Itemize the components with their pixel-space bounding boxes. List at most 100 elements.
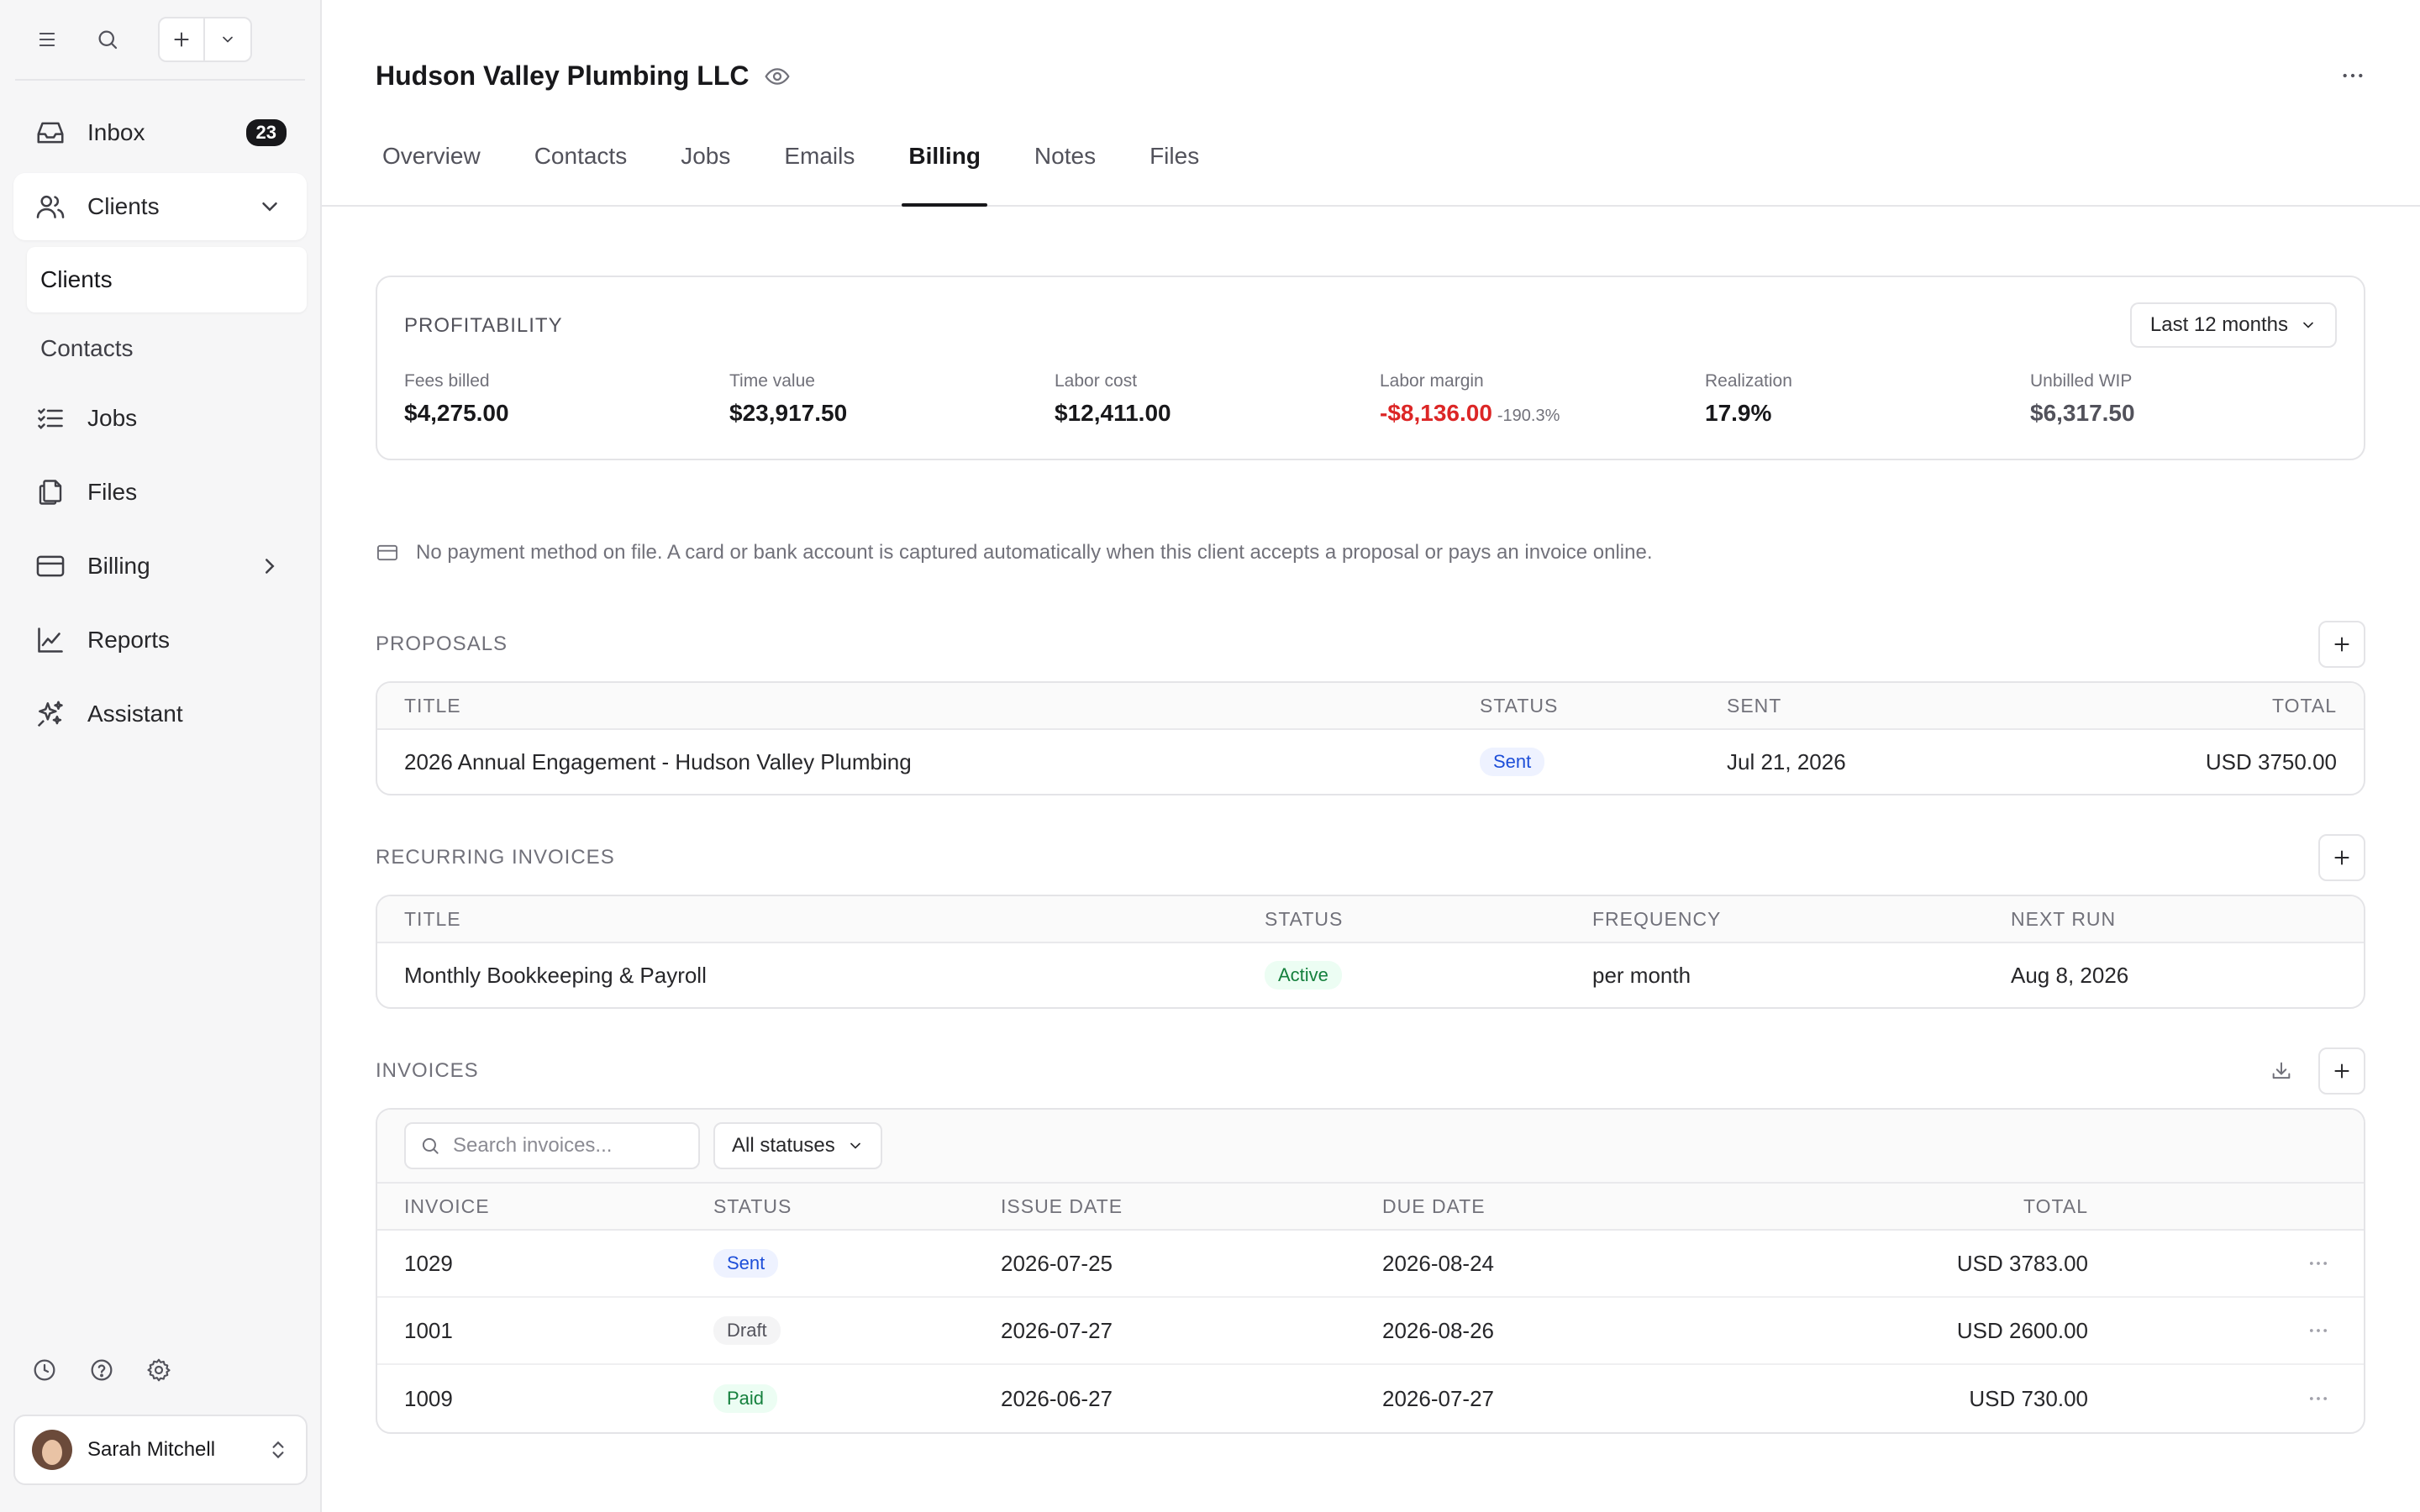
gear-icon[interactable]	[143, 1354, 175, 1386]
status-filter[interactable]: All statuses	[713, 1122, 882, 1169]
sidebar-nav: Inbox 23 Clients Clients Contacts Jobs F…	[0, 81, 320, 748]
tab-billing[interactable]: Billing	[902, 143, 987, 207]
search-icon[interactable]	[86, 18, 129, 61]
sidebar-item-reports[interactable]: Reports	[13, 606, 307, 674]
tab-emails[interactable]: Emails	[777, 143, 861, 207]
sidebar-utility-icons	[29, 1354, 175, 1386]
sidebar-item-inbox[interactable]: Inbox 23	[13, 99, 307, 166]
user-menu[interactable]: Sarah Mitchell	[13, 1415, 308, 1485]
chevron-right-icon[interactable]	[253, 549, 287, 583]
section-title: PROPOSALS	[376, 633, 508, 655]
proposal-title[interactable]: 2026 Annual Engagement - Hudson Valley P…	[377, 749, 1453, 775]
chevron-down-icon	[2300, 317, 2317, 333]
tab-notes[interactable]: Notes	[1028, 143, 1102, 207]
metric-label: Labor margin	[1380, 371, 1484, 391]
table-row[interactable]: 1029 Sent 2026-07-25 2026-08-24 USD 3783…	[377, 1231, 2364, 1298]
search-icon	[419, 1135, 441, 1157]
col-next-run: NEXT RUN	[2011, 907, 2117, 930]
sidebar: Inbox 23 Clients Clients Contacts Jobs F…	[0, 0, 322, 1512]
status-badge: Sent	[1480, 748, 1545, 776]
profitability-card: PROFITABILITY Last 12 months Fees billed…	[376, 276, 2365, 460]
metric-label: Realization	[1705, 371, 1792, 391]
metrics-row: Fees billed $4,275.00 Time value $23,917…	[404, 371, 2355, 427]
metric-value: 17.9%	[1705, 400, 1772, 426]
invoice-issue-date: 2026-07-27	[1001, 1317, 1113, 1343]
row-more-icon[interactable]	[2115, 1319, 2364, 1342]
search-input[interactable]	[453, 1134, 680, 1158]
tab-overview[interactable]: Overview	[376, 143, 487, 207]
sidebar-item-label: Files	[87, 479, 138, 505]
sidebar-item-label: Billing	[87, 553, 150, 579]
plus-icon[interactable]	[160, 18, 205, 60]
chevron-down-icon[interactable]	[253, 190, 287, 223]
tab-contacts[interactable]: Contacts	[528, 143, 634, 207]
eye-icon[interactable]	[764, 63, 791, 90]
add-invoice-button[interactable]	[2318, 1047, 2365, 1095]
new-item-button[interactable]	[158, 17, 252, 62]
metric-label: Labor cost	[1055, 371, 1138, 391]
history-icon[interactable]	[29, 1354, 60, 1386]
menu-icon[interactable]	[25, 18, 69, 61]
table-row[interactable]: 1009 Paid 2026-06-27 2026-07-27 USD 730.…	[377, 1365, 2364, 1432]
section-title: INVOICES	[376, 1059, 479, 1082]
row-more-icon[interactable]	[2115, 1387, 2364, 1410]
sidebar-item-label: Assistant	[87, 701, 183, 727]
col-frequency: FREQUENCY	[1592, 907, 1722, 930]
proposal-sent: Jul 21, 2026	[1727, 748, 1846, 774]
metric-unbilled-wip: Unbilled WIP $6,317.50	[2030, 371, 2355, 427]
sidebar-toolbar	[0, 0, 320, 79]
download-icon[interactable]	[2258, 1047, 2305, 1095]
add-proposal-button[interactable]	[2318, 621, 2365, 668]
sidebar-subitem-clients[interactable]: Clients	[27, 247, 307, 312]
sidebar-item-files[interactable]: Files	[13, 459, 307, 526]
table-row[interactable]: 2026 Annual Engagement - Hudson Valley P…	[377, 730, 2364, 794]
row-more-icon[interactable]	[2115, 1252, 2364, 1275]
chevron-down-icon[interactable]	[205, 18, 250, 60]
help-icon[interactable]	[86, 1354, 118, 1386]
client-tabs: Overview Contacts Jobs Emails Billing No…	[376, 143, 1246, 207]
main-content: Hudson Valley Plumbing LLC Overview Cont…	[322, 0, 2420, 1512]
table-header: TITLE STATUS FREQUENCY NEXT RUN	[377, 896, 2364, 943]
proposal-total: USD 3750.00	[2205, 748, 2337, 774]
table-header: TITLE STATUS SENT TOTAL	[377, 683, 2364, 730]
inbox-icon	[34, 116, 67, 150]
tab-files[interactable]: Files	[1143, 143, 1206, 207]
metric-fees-billed: Fees billed $4,275.00	[404, 371, 729, 427]
files-icon	[34, 475, 67, 509]
col-title: TITLE	[404, 694, 461, 717]
add-recurring-button[interactable]	[2318, 834, 2365, 881]
invoice-number[interactable]: 1001	[377, 1318, 687, 1344]
proposals-table: TITLE STATUS SENT TOTAL 2026 Annual Enga…	[376, 681, 2365, 795]
tab-jobs[interactable]: Jobs	[674, 143, 737, 207]
sidebar-item-clients[interactable]: Clients	[13, 173, 307, 240]
users-icon	[34, 190, 67, 223]
recurring-title[interactable]: Monthly Bookkeeping & Payroll	[377, 963, 1238, 989]
metric-realization: Realization 17.9%	[1705, 371, 2030, 427]
sidebar-item-jobs[interactable]: Jobs	[13, 385, 307, 452]
table-row[interactable]: 1001 Draft 2026-07-27 2026-08-26 USD 260…	[377, 1298, 2364, 1365]
col-status: STATUS	[1265, 907, 1344, 930]
status-badge: Draft	[713, 1316, 781, 1345]
invoice-number[interactable]: 1009	[377, 1386, 687, 1412]
sidebar-subitem-contacts[interactable]: Contacts	[27, 316, 307, 381]
table-row[interactable]: Monthly Bookkeeping & Payroll Active per…	[377, 943, 2364, 1007]
invoice-search[interactable]	[404, 1122, 700, 1169]
more-options-icon[interactable]	[2339, 62, 2366, 93]
recurring-table: TITLE STATUS FREQUENCY NEXT RUN Monthly …	[376, 895, 2365, 1009]
user-name: Sarah Mitchell	[87, 1438, 216, 1461]
table-header: INVOICE STATUS ISSUE DATE DUE DATE TOTAL	[377, 1184, 2364, 1231]
metric-time-value: Time value $23,917.50	[729, 371, 1055, 427]
invoice-number[interactable]: 1029	[377, 1251, 687, 1277]
sidebar-item-billing[interactable]: Billing	[13, 533, 307, 600]
inbox-count-badge: 23	[245, 119, 287, 146]
chevron-down-icon	[847, 1137, 864, 1154]
col-title: TITLE	[404, 907, 461, 930]
metric-labor-cost: Labor cost $12,411.00	[1055, 371, 1380, 427]
sidebar-item-assistant[interactable]: Assistant	[13, 680, 307, 748]
col-issue-date: ISSUE DATE	[1001, 1194, 1123, 1217]
col-status: STATUS	[713, 1194, 792, 1217]
invoice-status: Sent	[687, 1249, 974, 1278]
metric-value: $4,275.00	[404, 400, 509, 426]
period-select[interactable]: Last 12 months	[2129, 302, 2337, 348]
invoice-due-date: 2026-08-26	[1382, 1317, 1494, 1343]
